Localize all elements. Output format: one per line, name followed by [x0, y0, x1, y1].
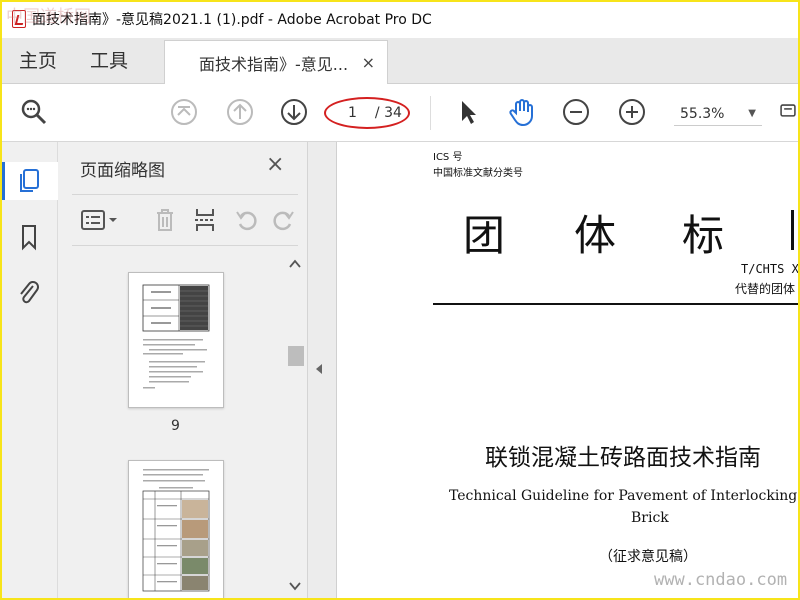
scroll-up-icon[interactable] — [286, 256, 304, 272]
thumbnail-content — [142, 284, 210, 389]
panel-toolbar — [72, 194, 298, 246]
tab-bar: 主页 工具 面技术指南》-意见... × — [2, 38, 798, 84]
thumbnail-label-9: 9 — [171, 418, 180, 434]
hand-tool-button[interactable] — [506, 96, 538, 128]
doc-title-en-1: Technical Guideline for Pavement of Inte… — [449, 488, 798, 504]
current-page[interactable]: 1 — [348, 105, 357, 121]
rotate-left-button[interactable] — [232, 205, 262, 235]
attachments-icon — [20, 281, 39, 304]
thumbnails-icon — [20, 169, 39, 192]
navigation-rail — [2, 142, 58, 598]
toolbar-divider — [430, 96, 431, 130]
acrobat-window: 面技术指南》-意见稿2021.1 (1).pdf - Adobe Acrobat… — [2, 2, 798, 598]
thumbnails-button[interactable] — [16, 166, 42, 196]
scroll-down-icon[interactable] — [286, 578, 304, 594]
page-number-input[interactable]: 1 / 34 — [324, 97, 410, 129]
watermark-bottom: www.cndao.com — [654, 570, 788, 590]
tab-tools[interactable]: 工具 — [90, 38, 128, 84]
rotate-right-button[interactable] — [270, 205, 298, 235]
rotate-ccw-icon — [236, 211, 257, 231]
close-tab-button[interactable]: × — [362, 53, 375, 72]
comment-icon — [780, 104, 796, 117]
doc-divider — [433, 303, 798, 305]
thumbnails-panel: 页面缩略图 × 9 — [58, 142, 308, 598]
zoom-level-select[interactable]: 55.3% ▼ — [674, 102, 762, 126]
toolbar: 1 / 34 55.3% ▼ — [2, 84, 798, 142]
zoom-in-icon — [619, 99, 645, 125]
tab-document-label: 面技术指南》-意见... — [199, 54, 349, 74]
thumbnails-scrollbar[interactable] — [286, 254, 304, 598]
delete-page-button[interactable] — [150, 205, 180, 235]
first-page-button[interactable] — [168, 96, 200, 128]
options-menu-button[interactable] — [78, 205, 122, 235]
previous-page-icon — [227, 99, 253, 125]
total-pages: / 34 — [374, 105, 402, 121]
insert-page-button[interactable] — [190, 205, 220, 235]
insert-page-icon — [195, 209, 215, 231]
thumbnail-content — [142, 469, 210, 592]
doc-standard-number: T/CHTS X — [741, 262, 798, 276]
chevron-left-icon — [316, 364, 322, 374]
attachments-button[interactable] — [16, 278, 42, 308]
zoom-dropdown-icon[interactable]: ▼ — [748, 108, 756, 119]
zoom-out-button[interactable] — [560, 96, 592, 128]
doc-header-char-1: 团 — [463, 211, 506, 260]
scrollbar-thumb[interactable] — [288, 346, 304, 366]
tab-document[interactable]: 面技术指南》-意见... × — [164, 40, 388, 84]
search-button[interactable] — [18, 96, 50, 128]
doc-ics: ICS 号 — [433, 152, 463, 163]
next-page-button[interactable] — [278, 96, 310, 128]
delete-icon — [157, 209, 173, 231]
previous-page-button[interactable] — [224, 96, 256, 128]
options-menu-icon — [81, 210, 117, 230]
bookmarks-button[interactable] — [16, 222, 42, 252]
zoom-value: 55.3% — [680, 105, 725, 122]
rotate-cw-icon — [273, 211, 294, 231]
doc-replaces: 代替的团体 — [735, 282, 796, 296]
doc-header-char-3: 标 — [682, 211, 725, 260]
doc-header-char-2: 体 — [574, 211, 617, 260]
doc-header-partial-char — [791, 210, 798, 250]
zoom-in-button[interactable] — [616, 96, 648, 128]
select-tool-button[interactable] — [452, 96, 484, 128]
page-thumbnail-9[interactable] — [128, 272, 224, 408]
close-panel-button[interactable]: × — [266, 152, 284, 177]
panel-title: 页面缩略图 — [80, 161, 165, 181]
first-page-icon — [171, 99, 197, 125]
doc-status: （征求意见稿） — [599, 549, 697, 565]
tab-home[interactable]: 主页 — [19, 38, 57, 84]
hand-tool-icon — [509, 99, 533, 127]
document-view[interactable]: ICS 号 中国标准文献分类号 团 体 标 T/CHTS X 代替的团体 联锁混… — [336, 142, 798, 598]
search-icon — [21, 99, 47, 125]
more-tools-button[interactable] — [778, 96, 798, 128]
bookmarks-icon — [22, 225, 36, 251]
doc-title-cn: 联锁混凝土砖路面技术指南 — [485, 445, 761, 471]
select-cursor-icon — [462, 101, 476, 124]
doc-title-en-2: Brick — [631, 510, 669, 526]
zoom-out-icon — [563, 99, 589, 125]
window-title: 面技术指南》-意见稿2021.1 (1).pdf - Adobe Acrobat… — [32, 12, 432, 28]
collapse-panel-button[interactable] — [314, 362, 324, 379]
watermark-top: 中国道桥网 — [6, 7, 91, 27]
title-bar: 面技术指南》-意见稿2021.1 (1).pdf - Adobe Acrobat… — [2, 2, 798, 36]
doc-classification: 中国标准文献分类号 — [433, 168, 523, 179]
page-thumbnail-10[interactable] — [128, 460, 224, 598]
next-page-icon — [281, 99, 307, 125]
